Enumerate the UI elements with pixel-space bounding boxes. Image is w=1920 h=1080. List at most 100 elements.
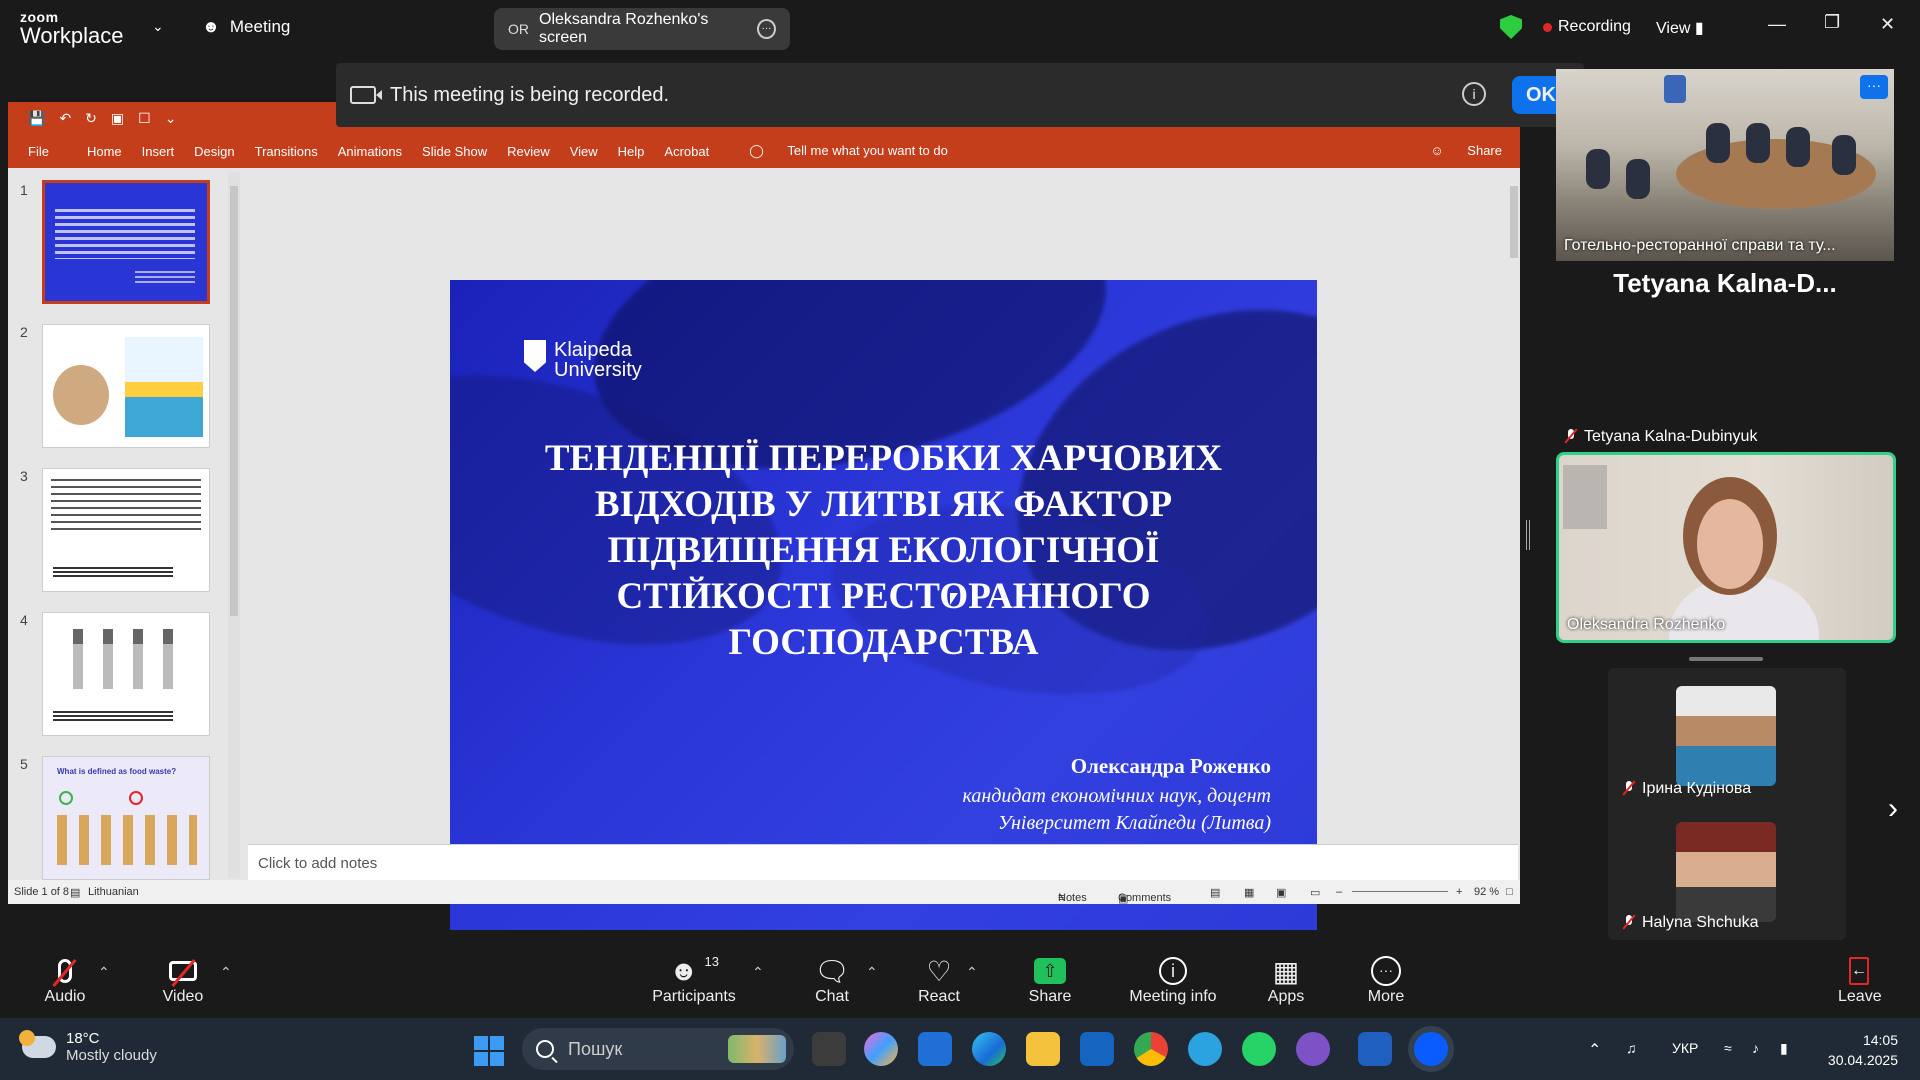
save-icon[interactable]: 💾 — [28, 110, 45, 127]
menu-help[interactable]: Help — [618, 144, 645, 159]
slide-scrollbar[interactable] — [1508, 168, 1520, 844]
menu-insert[interactable]: Insert — [142, 144, 175, 159]
slide-thumbnail-2[interactable] — [42, 324, 210, 448]
menu-design[interactable]: Design — [194, 144, 234, 159]
audio-button[interactable]: Audio — [40, 954, 90, 1006]
zoom-in-icon[interactable]: + — [1456, 886, 1462, 898]
present-icon[interactable]: ▣ — [111, 110, 124, 127]
tile-options-icon[interactable]: ··· — [1860, 75, 1888, 99]
meeting-menu-button[interactable]: ☻ Meeting — [202, 17, 290, 37]
chevron-right-icon[interactable]: › — [1888, 792, 1898, 826]
show-hidden-icons[interactable]: ⌃ — [1588, 1040, 1601, 1060]
view-button[interactable]: View ▮ — [1656, 18, 1704, 38]
slide-sorter-icon[interactable]: ▦ — [1244, 886, 1254, 899]
video-options-caret[interactable]: ⌃ — [220, 964, 232, 981]
restore-icon[interactable]: ❐ — [1824, 12, 1840, 33]
outlook-icon[interactable] — [1080, 1032, 1114, 1066]
reading-view-icon[interactable]: ▣ — [1276, 886, 1286, 899]
chat-options-caret[interactable]: ⌃ — [866, 964, 878, 981]
drag-handle[interactable] — [1689, 657, 1763, 661]
menu-file[interactable]: File — [28, 144, 49, 159]
audio-options-caret[interactable]: ⌃ — [98, 964, 110, 981]
menu-view[interactable]: View — [570, 144, 598, 159]
encryption-shield-icon[interactable] — [1500, 15, 1522, 39]
minimize-icon[interactable]: — — [1768, 14, 1786, 35]
participants-options-caret[interactable]: ⌃ — [752, 964, 764, 981]
taskbar-search[interactable]: Пошук — [522, 1028, 794, 1070]
slideshow-icon[interactable]: ▭ — [1310, 886, 1320, 899]
slide-thumbnail-5[interactable]: What is defined as food waste? — [42, 756, 210, 880]
language-label[interactable]: Lithuanian — [88, 886, 139, 898]
ppt-share-button[interactable]: ☺ Share — [1410, 143, 1502, 158]
video-button[interactable]: Video — [160, 954, 206, 1006]
zoom-level[interactable]: 92 % — [1474, 886, 1499, 898]
avatar[interactable] — [1676, 686, 1776, 786]
windows-start-icon[interactable] — [474, 1036, 504, 1066]
zoom-out-icon[interactable]: – — [1336, 886, 1342, 898]
file-explorer-icon[interactable] — [1026, 1032, 1060, 1066]
recording-indicator[interactable]: Recording — [1543, 18, 1631, 36]
clock[interactable]: 14:05 30.04.2025 — [1828, 1030, 1898, 1070]
battery-icon[interactable]: ▮ — [1780, 1040, 1788, 1057]
notes-pane[interactable]: Click to add notes — [248, 844, 1518, 880]
menu-slideshow[interactable]: Slide Show — [422, 144, 487, 159]
chevron-down-icon[interactable]: ⌄ — [152, 18, 164, 35]
language-indicator[interactable]: УКР — [1672, 1040, 1698, 1056]
more-button[interactable]: ··· More — [1364, 954, 1408, 1006]
undo-icon[interactable]: ↶ — [59, 110, 71, 127]
word-icon[interactable] — [1358, 1032, 1392, 1066]
thumbnails-scrollbar[interactable] — [228, 172, 240, 878]
more-options-icon[interactable]: ··· — [757, 19, 776, 39]
zoom-slider[interactable] — [1352, 891, 1448, 892]
menu-animations[interactable]: Animations — [338, 144, 402, 159]
menu-acrobat[interactable]: Acrobat — [664, 144, 709, 159]
participants-count: 13 — [704, 954, 719, 969]
video-tile-speaker[interactable]: Oleksandra Rozhenko — [1556, 452, 1896, 643]
menu-transitions[interactable]: Transitions — [255, 144, 318, 159]
avatar[interactable] — [1676, 822, 1776, 922]
participant-halyna[interactable]: Halyna Shchuka — [1622, 914, 1759, 932]
zoom-logo[interactable]: zoom Workplace — [20, 10, 124, 47]
current-slide[interactable]: Klaipeda University ТЕНДЕНЦІЇ ПЕРЕРОБКИ … — [450, 280, 1317, 930]
redo-icon[interactable]: ↻ — [85, 110, 97, 127]
react-button[interactable]: ♡ React — [916, 954, 962, 1006]
slide-thumbnail-1[interactable] — [42, 180, 210, 304]
zoom-app-icon[interactable] — [1414, 1032, 1448, 1066]
react-options-caret[interactable]: ⌃ — [966, 964, 978, 981]
meeting-info-button[interactable]: i Meeting info — [1126, 954, 1220, 1006]
viber-icon[interactable] — [1296, 1032, 1330, 1066]
task-view-icon[interactable] — [812, 1032, 846, 1066]
fit-slide-icon[interactable]: □ — [1506, 886, 1513, 898]
menu-review[interactable]: Review — [507, 144, 550, 159]
leave-button[interactable]: ← Leave — [1838, 954, 1882, 1006]
menu-home[interactable]: Home — [87, 144, 122, 159]
wifi-icon[interactable]: ≈ — [1724, 1040, 1732, 1056]
volume-icon[interactable]: ♪ — [1752, 1040, 1759, 1056]
video-tile-room[interactable]: ··· Готельно-ресторанної справи та ту... — [1556, 69, 1894, 261]
weather-widget[interactable]: 18°C Mostly cloudy — [19, 1030, 157, 1064]
shared-screen-pill[interactable]: OR Oleksandra Rozhenko's screen ··· — [494, 8, 790, 50]
slide-thumbnail-3[interactable] — [42, 468, 210, 592]
microphone-icon[interactable]: ♫ — [1626, 1040, 1637, 1056]
chat-button[interactable]: 🗨 Chat — [810, 954, 854, 1006]
tell-me-search[interactable]: ◯ Tell me what you want to do — [729, 143, 948, 159]
participants-button[interactable]: ☻ 13 Participants — [652, 954, 736, 1006]
apps-button[interactable]: ▦ Apps — [1266, 954, 1306, 1006]
share-screen-button[interactable]: ⇧ Share — [1028, 954, 1072, 1006]
chrome-icon[interactable] — [1134, 1032, 1168, 1066]
normal-view-icon[interactable]: ▤ — [1210, 886, 1220, 899]
spellcheck-icon[interactable]: ▤ — [70, 886, 80, 899]
copilot-icon[interactable] — [864, 1032, 898, 1066]
participant-tetyana[interactable]: Tetyana Kalna-Dubinyuk — [1564, 428, 1757, 446]
whatsapp-icon[interactable] — [1242, 1032, 1276, 1066]
close-icon[interactable]: ✕ — [1880, 14, 1895, 35]
info-icon[interactable]: i — [1462, 82, 1486, 106]
telegram-icon[interactable] — [1188, 1032, 1222, 1066]
customize-icon[interactable]: ⌄ — [165, 110, 177, 127]
slide-thumbnail-4[interactable] — [42, 612, 210, 736]
edge-icon[interactable] — [972, 1032, 1006, 1066]
store-icon[interactable] — [918, 1032, 952, 1066]
participant-iryna[interactable]: Ірина Кудінова — [1622, 780, 1751, 798]
new-file-icon[interactable]: ☐ — [138, 110, 151, 127]
panel-resize-handle[interactable] — [1526, 520, 1530, 550]
